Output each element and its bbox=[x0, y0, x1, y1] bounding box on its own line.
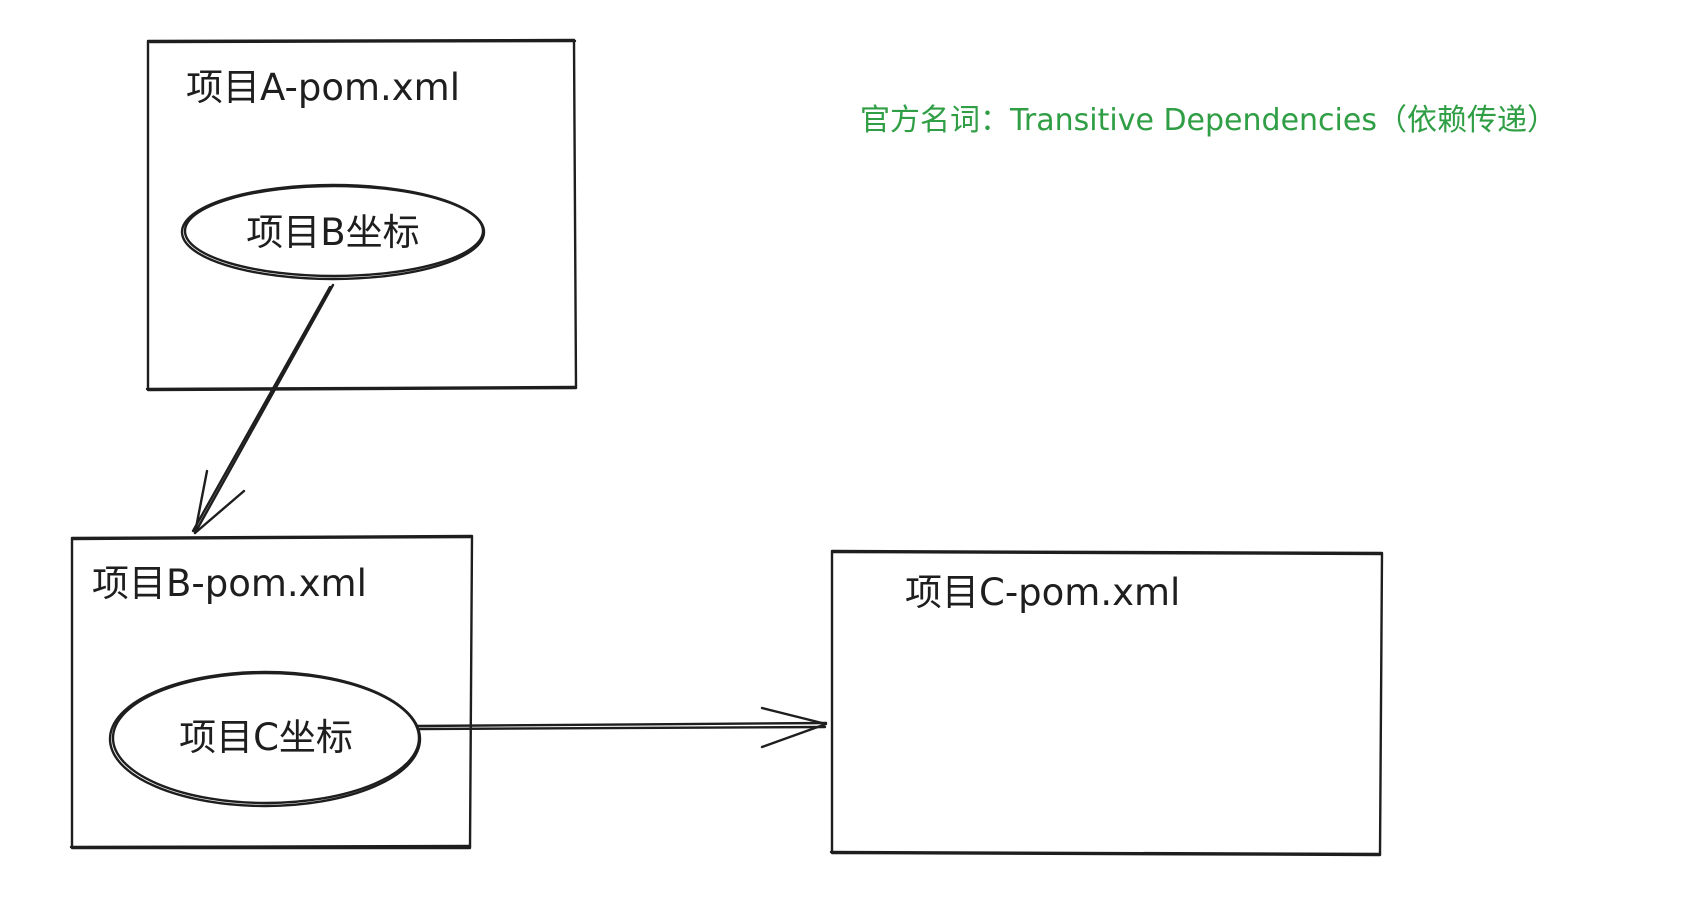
project-c-box[interactable]: 项目C-pom.xml bbox=[829, 549, 1384, 857]
note-text: 官方名词：Transitive Dependencies（依赖传递） bbox=[860, 103, 1557, 138]
project-b-box[interactable]: 项目B-pom.xml bbox=[69, 534, 474, 850]
project-c-coordinate-ellipse[interactable]: 项目C坐标 bbox=[108, 670, 422, 808]
arrow-a-to-b bbox=[191, 283, 335, 535]
diagram-canvas: 官方名词：Transitive Dependencies（依赖传递） 项目A-p… bbox=[69, 38, 1557, 857]
project-c-title: 项目C-pom.xml bbox=[905, 571, 1180, 614]
project-b-coordinate-label: 项目B坐标 bbox=[246, 211, 419, 254]
project-a-title: 项目A-pom.xml bbox=[186, 66, 460, 109]
project-c-coordinate-label: 项目C坐标 bbox=[179, 716, 353, 759]
project-b-coordinate-ellipse[interactable]: 项目B坐标 bbox=[180, 183, 486, 281]
project-b-title: 项目B-pom.xml bbox=[92, 562, 367, 605]
arrow-b-to-c bbox=[416, 706, 828, 749]
